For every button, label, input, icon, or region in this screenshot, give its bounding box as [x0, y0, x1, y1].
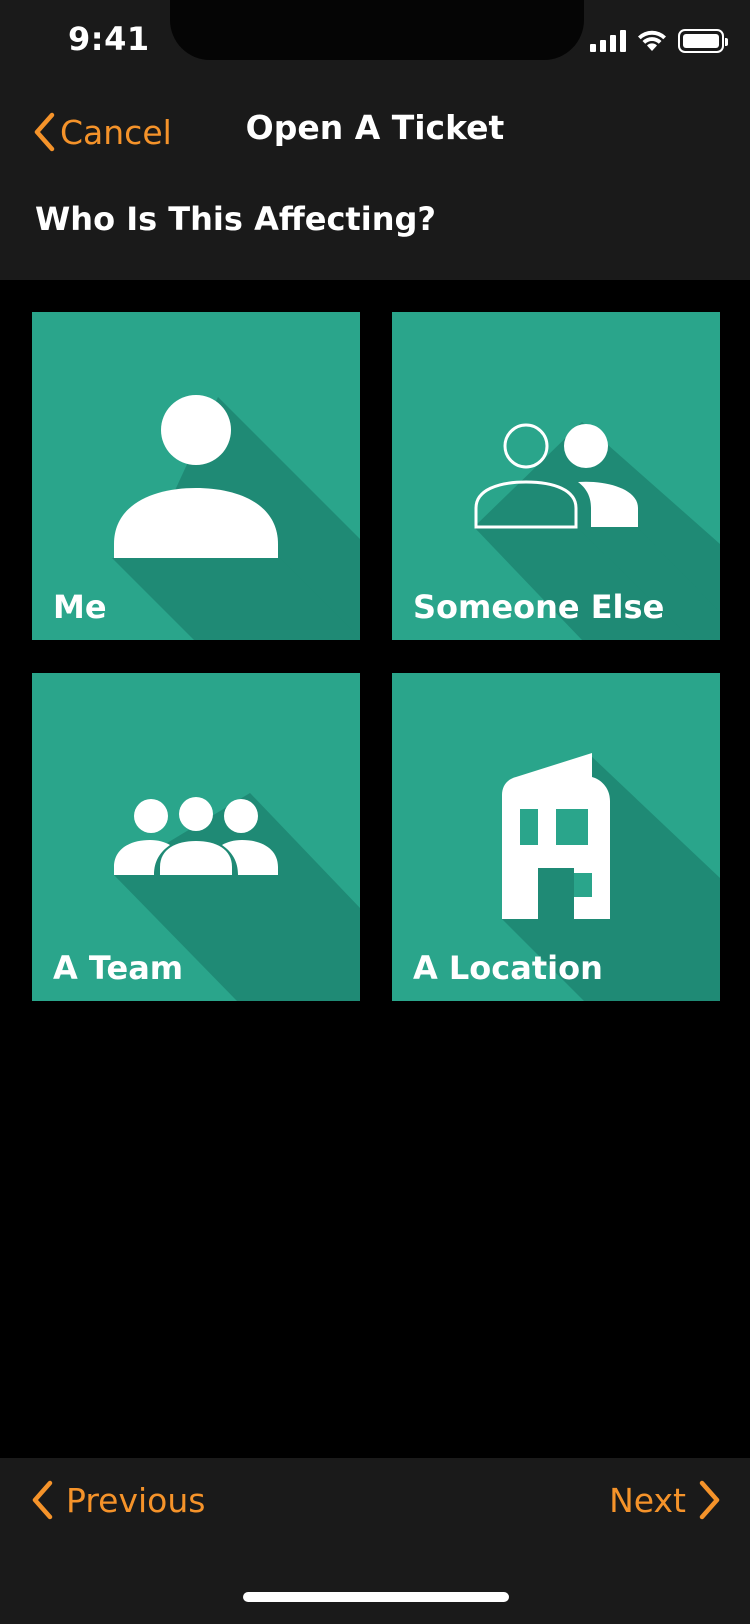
cellular-signal-icon [590, 30, 626, 52]
battery-icon [678, 29, 728, 53]
home-indicator[interactable] [243, 1592, 509, 1602]
page-title: Open A Ticket [245, 108, 505, 147]
screen: 9:41 Cancel Open A Ticket Who Is This Af… [0, 0, 750, 1624]
option-someone-else-tile[interactable]: Someone Else [392, 312, 720, 640]
wifi-icon [638, 30, 666, 51]
next-label: Next [609, 1480, 686, 1520]
option-team-tile[interactable]: A Team [32, 673, 360, 1001]
chevron-left-icon [32, 1480, 53, 1520]
previous-label: Previous [66, 1480, 206, 1520]
option-location-tile[interactable]: A Location [392, 673, 720, 1001]
device-notch [170, 0, 584, 60]
option-label: A Team [53, 949, 184, 987]
status-icons [590, 28, 728, 54]
question-heading: Who Is This Affecting? [35, 200, 436, 238]
previous-button[interactable]: Previous [30, 1478, 205, 1522]
next-button[interactable]: Next [609, 1478, 722, 1522]
option-label: Me [53, 588, 107, 626]
option-me-tile[interactable]: Me [32, 312, 360, 640]
option-label: Someone Else [413, 588, 665, 626]
option-label: A Location [413, 949, 603, 987]
header-area: 9:41 Cancel Open A Ticket Who Is This Af… [0, 0, 750, 280]
status-time: 9:41 [68, 20, 150, 58]
chevron-right-icon [699, 1480, 720, 1520]
